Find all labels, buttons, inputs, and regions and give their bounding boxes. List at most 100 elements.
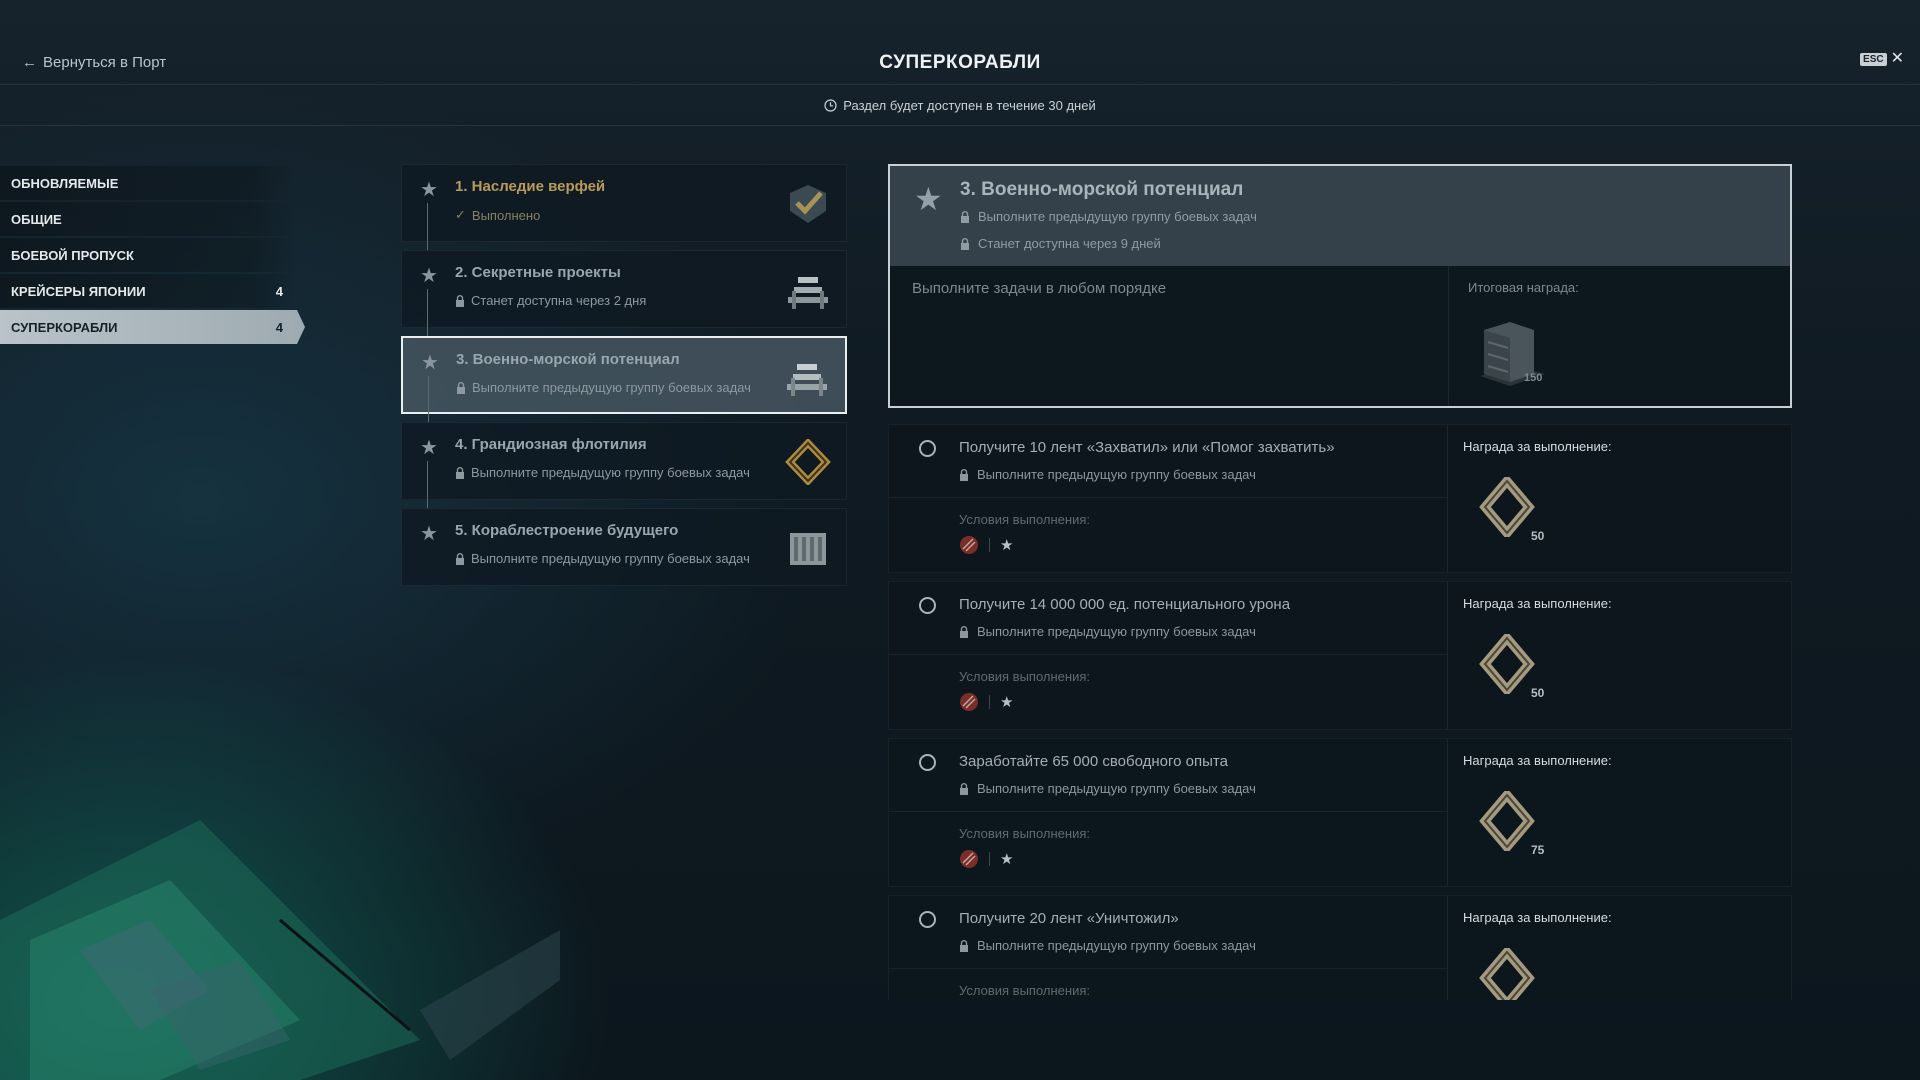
divider bbox=[1447, 582, 1448, 729]
lock-icon bbox=[960, 625, 968, 638]
esc-key-hint: ESC bbox=[1860, 52, 1887, 66]
star-icon: ★ bbox=[421, 352, 439, 374]
coal-diamond-icon[interactable] bbox=[1479, 948, 1535, 1000]
steel-ingots-icon bbox=[787, 364, 827, 396]
sidebar-item-battle-pass[interactable]: БОЕВОЙ ПРОПУСК bbox=[0, 238, 297, 272]
coal-diamond-icon[interactable] bbox=[1479, 634, 1535, 694]
coal-diamond-icon[interactable] bbox=[1479, 791, 1535, 851]
task-group-card[interactable]: ★ 2. Секретные проекты Станет доступна ч… bbox=[401, 250, 847, 337]
battle-type-icon bbox=[960, 693, 978, 711]
task-status-text: Выполните предыдущую группу боевых задач bbox=[977, 624, 1256, 639]
reward-label: Награда за выполнение: bbox=[1463, 439, 1612, 454]
task-title: Получите 14 000 000 ед. потенциального у… bbox=[959, 596, 1291, 613]
detail-lock-reason: Выполните предыдущую группу боевых задач bbox=[960, 209, 1257, 224]
group-status-text: Станет доступна через 2 дня bbox=[471, 293, 647, 308]
task-status-text: Выполните предыдущую группу боевых задач bbox=[977, 467, 1256, 482]
divider bbox=[1447, 739, 1448, 886]
coal-diamond-icon bbox=[785, 439, 831, 485]
battle-type-icon bbox=[960, 850, 978, 868]
sidebar-item-count: 4 bbox=[275, 319, 283, 335]
sidebar-item-japan-cruisers[interactable]: КРЕЙСЕРЫ ЯПОНИИ 4 bbox=[0, 274, 297, 308]
conditions-icons: ★ bbox=[959, 692, 1013, 712]
task-list: Получите 10 лент «Захватил» или «Помог з… bbox=[888, 424, 1792, 1000]
lock-icon bbox=[457, 381, 465, 394]
detail-header: ★ 3. Военно-морской потенциал Выполните … bbox=[890, 166, 1790, 266]
group-status-text: Выполнено bbox=[471, 207, 541, 223]
reward-label: Награда за выполнение: bbox=[1463, 753, 1612, 768]
task-group-card[interactable]: ★ 5. Кораблестроение будущего Выполните … bbox=[401, 508, 847, 586]
task-group-card[interactable]: ★ 4. Грандиозная флотилия Выполните пред… bbox=[401, 422, 847, 509]
sidebar-item-updatable[interactable]: ОБНОВЛЯЕМЫЕ bbox=[0, 166, 297, 200]
close-icon: ✕ bbox=[1890, 50, 1904, 67]
task-radio[interactable] bbox=[919, 440, 936, 457]
group-status: Выполните предыдущую группу боевых задач bbox=[456, 380, 751, 395]
group-connector bbox=[427, 203, 428, 251]
lock-icon bbox=[960, 939, 968, 952]
reward-amount: 50 bbox=[1531, 529, 1545, 543]
sidebar-item-count: 4 bbox=[275, 283, 283, 299]
group-status-text: Выполните предыдущую группу боевых задач bbox=[472, 380, 751, 395]
conditions-icons: ★ bbox=[959, 849, 1013, 869]
conditions-label: Условия выполнения: bbox=[959, 669, 1090, 684]
group-status: Выполните предыдущую группу боевых задач bbox=[455, 465, 750, 480]
container-icon bbox=[790, 533, 826, 565]
divider bbox=[989, 538, 990, 552]
sidebar-item-general[interactable]: ОБЩИЕ bbox=[0, 202, 297, 236]
conditions-icons: ★ bbox=[959, 535, 1013, 555]
task-radio[interactable] bbox=[919, 911, 936, 928]
task-group-card-selected[interactable]: ★ 3. Военно-морской потенциал Выполните … bbox=[401, 336, 847, 424]
group-status: Станет доступна через 2 дня bbox=[455, 293, 646, 308]
availability-text: Раздел будет доступен в течение 30 дней bbox=[843, 97, 1096, 113]
star-icon: ★ bbox=[420, 437, 438, 459]
divider bbox=[1447, 425, 1448, 572]
lock-icon bbox=[456, 294, 464, 307]
group-title: 5. Кораблестроение будущего bbox=[455, 522, 679, 539]
sidebar-item-superships[interactable]: СУПЕРКОРАБЛИ 4 bbox=[0, 310, 305, 344]
check-icon: ✓ bbox=[455, 207, 466, 222]
star-icon: ★ bbox=[420, 265, 438, 287]
group-title: 1. Наследие верфей bbox=[455, 178, 606, 195]
conditions-label: Условия выполнения: bbox=[959, 512, 1090, 527]
conditions-label: Условия выполнения: bbox=[959, 983, 1090, 998]
reward-amount: 75 bbox=[1531, 843, 1545, 857]
group-connector bbox=[428, 376, 429, 424]
task-status: Выполните предыдущую группу боевых задач bbox=[959, 781, 1256, 796]
task-status: Выполните предыдущую группу боевых задач bbox=[959, 624, 1256, 639]
task-group-card[interactable]: ★ 1. Наследие верфей ✓ Выполнено bbox=[401, 164, 847, 251]
task-status-text: Выполните предыдущую группу боевых задач bbox=[977, 938, 1256, 953]
group-status: Выполните предыдущую группу боевых задач bbox=[455, 551, 750, 566]
lock-icon bbox=[961, 237, 969, 250]
battle-type-icon bbox=[960, 536, 978, 554]
coal-diamond-icon[interactable] bbox=[1479, 477, 1535, 537]
group-connector bbox=[427, 461, 428, 509]
lock-icon bbox=[960, 782, 968, 795]
star-icon: ★ bbox=[1000, 851, 1014, 868]
lock-icon bbox=[961, 210, 969, 223]
sidebar-item-label: СУПЕРКОРАБЛИ bbox=[11, 319, 118, 335]
task-title: Получите 10 лент «Захватил» или «Помог з… bbox=[959, 439, 1335, 456]
group-title: 3. Военно-морской потенциал bbox=[456, 351, 680, 368]
task-title: Получите 20 лент «Уничтожил» bbox=[959, 910, 1179, 927]
sidebar-item-label: КРЕЙСЕРЫ ЯПОНИИ bbox=[11, 283, 146, 299]
star-icon: ★ bbox=[420, 179, 438, 201]
availability-bar: Раздел будет доступен в течение 30 дней bbox=[0, 85, 1920, 126]
task-radio[interactable] bbox=[919, 597, 936, 614]
star-icon: ★ bbox=[1000, 694, 1014, 711]
detail-lock-text: Выполните предыдущую группу боевых задач bbox=[978, 209, 1257, 224]
divider bbox=[889, 968, 1447, 969]
task-card: Получите 10 лент «Захватил» или «Помог з… bbox=[888, 424, 1792, 573]
task-radio[interactable] bbox=[919, 754, 936, 771]
divider bbox=[1448, 266, 1449, 406]
task-title: Заработайте 65 000 свободного опыта bbox=[959, 753, 1228, 770]
close-button[interactable]: ESC ✕ bbox=[1860, 50, 1904, 67]
detail-title: 3. Военно-морской потенциал bbox=[960, 179, 1244, 200]
group-detail-panel: ★ 3. Военно-морской потенциал Выполните … bbox=[888, 164, 1792, 408]
checkmark-badge-icon bbox=[790, 185, 826, 223]
group-status-text: Выполните предыдущую группу боевых задач bbox=[471, 465, 750, 480]
group-status-text: Выполните предыдущую группу боевых задач bbox=[471, 551, 750, 566]
reward-amount: 50 bbox=[1531, 686, 1545, 700]
detail-unlock-timer: Станет доступна через 9 дней bbox=[960, 236, 1161, 251]
group-connector bbox=[427, 289, 428, 337]
star-icon: ★ bbox=[914, 181, 943, 217]
task-card: Получите 14 000 000 ед. потенциального у… bbox=[888, 581, 1792, 730]
